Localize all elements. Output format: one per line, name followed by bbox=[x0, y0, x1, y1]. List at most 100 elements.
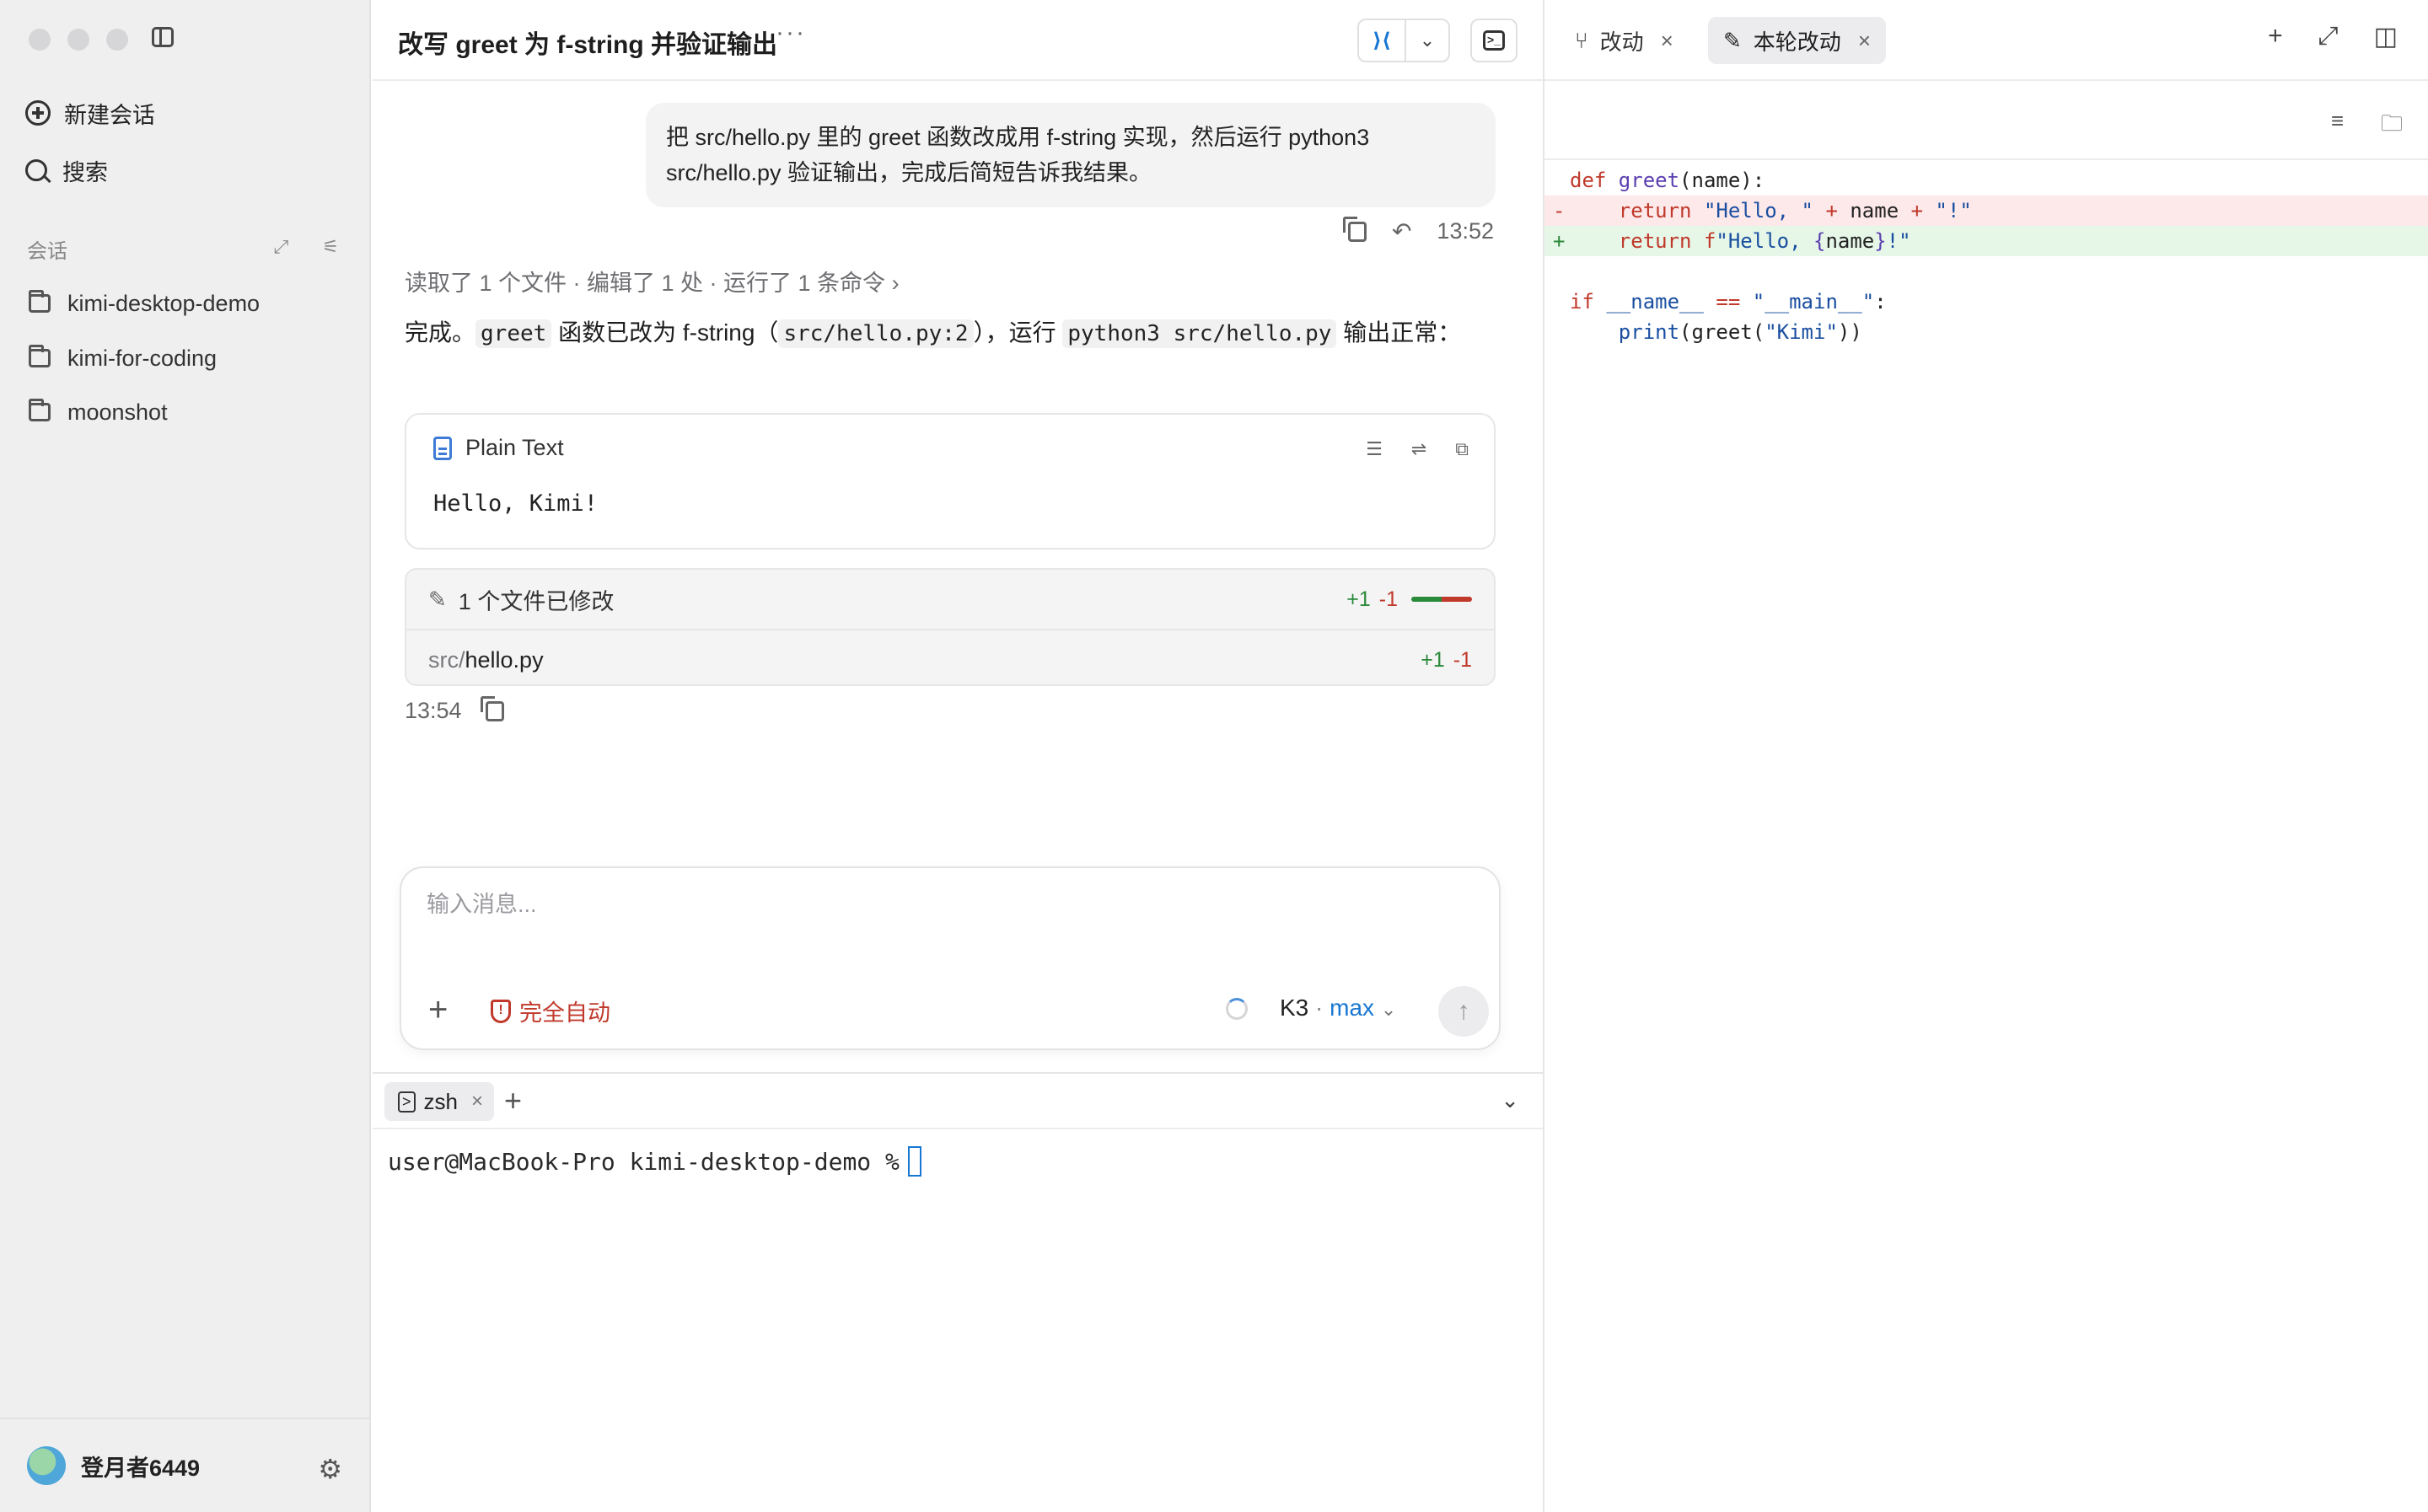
diff-line bbox=[1544, 256, 2428, 287]
file-icon bbox=[433, 436, 452, 460]
changed-file-row[interactable]: src/hello.py +1 -1 bbox=[406, 632, 1494, 684]
close-icon[interactable]: × bbox=[1858, 28, 1871, 54]
avatar[interactable] bbox=[27, 1446, 66, 1485]
sessions-section-label: 会话 bbox=[27, 240, 67, 263]
open-folder-icon[interactable]: 🗀 bbox=[2381, 108, 2403, 145]
send-button[interactable]: ↑ bbox=[1438, 986, 1489, 1037]
attach-plus-button[interactable]: + bbox=[428, 993, 448, 1027]
window-zoom-button[interactable] bbox=[106, 29, 128, 51]
gear-icon[interactable]: ⚙ bbox=[318, 1453, 342, 1485]
permission-mode-button[interactable]: ! 完全自动 bbox=[491, 995, 610, 1027]
folder-icon bbox=[29, 399, 51, 421]
diff-panel: ⑂ 改动 × ✎ 本轮改动 × + ⤢ ◫ ≡ 🗀 def greet(name… bbox=[1543, 0, 2428, 1512]
assistant-message: 完成。 greet 函数已改为 f-string（ src/hello.py:2），… bbox=[405, 314, 1501, 353]
code-token: : bbox=[1874, 290, 1887, 314]
user-message: 把 src/hello.py 里的 greet 函数改成用 f-string 实… bbox=[646, 103, 1496, 207]
user-name[interactable]: 登月者6449 bbox=[81, 1450, 200, 1483]
tab-turn-changes[interactable]: ✎ 本轮改动 × bbox=[1708, 17, 1886, 64]
window-minimize-button[interactable] bbox=[67, 29, 89, 51]
pencil-icon: ✎ bbox=[428, 586, 447, 612]
code-token: __name__ bbox=[1606, 290, 1704, 314]
filter-icon[interactable]: ⚟ bbox=[322, 236, 339, 258]
code-token: == bbox=[1703, 290, 1753, 314]
window-close-button[interactable] bbox=[29, 29, 51, 51]
activity-summary-text: 读取了 1 个文件 · 编辑了 1 处 · 运行了 1 条命令 bbox=[405, 271, 886, 296]
chevron-down-icon[interactable]: ⌄ bbox=[1406, 20, 1448, 61]
code-token: return bbox=[1618, 199, 1704, 223]
diff-stat-bar bbox=[1411, 597, 1472, 602]
wrap-lines-icon[interactable]: ≡ bbox=[2331, 108, 2344, 145]
diff-line-removed: - return "Hello, " + name + "!" bbox=[1544, 196, 2428, 226]
folder-label: moonshot bbox=[67, 399, 168, 425]
activity-summary[interactable]: 读取了 1 个文件 · 编辑了 1 处 · 运行了 1 条命令 › bbox=[405, 265, 900, 298]
new-terminal-button[interactable]: + bbox=[504, 1084, 522, 1118]
arrow-up-icon: ↑ bbox=[1457, 997, 1470, 1025]
diff-view: def greet(name): - return "Hello, " + na… bbox=[1544, 165, 2428, 347]
code-token: print bbox=[1618, 320, 1680, 344]
code-token: name bbox=[1825, 229, 1875, 253]
shield-icon: ! bbox=[491, 999, 511, 1023]
vscode-icon[interactable]: ⟩⟨ bbox=[1359, 20, 1406, 61]
tab-changes[interactable]: ⑂ 改动 × bbox=[1560, 17, 1689, 64]
search-button[interactable]: 搜索 bbox=[25, 152, 108, 189]
more-options-button[interactable]: ··· bbox=[776, 19, 806, 47]
inline-code: python3 src/hello.py bbox=[1062, 319, 1337, 348]
message-input[interactable] bbox=[427, 892, 1270, 918]
added-marker: + bbox=[1553, 229, 1566, 253]
code-token: { bbox=[1813, 229, 1826, 253]
chevron-down-icon[interactable]: ⌄ bbox=[1501, 1087, 1519, 1113]
close-icon[interactable]: × bbox=[471, 1090, 483, 1113]
reply-text: 完成。 bbox=[405, 319, 476, 346]
code-token: return bbox=[1618, 229, 1704, 253]
undo-icon[interactable]: ↶ bbox=[1392, 217, 1411, 245]
folder-icon bbox=[29, 290, 51, 313]
terminal-toggle-button[interactable]: >_ bbox=[1470, 19, 1518, 62]
line-numbers-icon[interactable]: ☰ bbox=[1366, 438, 1383, 460]
diff-line: def greet(name): bbox=[1544, 165, 2428, 196]
tab-label: 改动 bbox=[1599, 29, 1644, 55]
model-selector[interactable]: K3 · max ⌄ bbox=[1280, 995, 1396, 1021]
sidebar-folder-item[interactable]: kimi-desktop-demo bbox=[29, 285, 260, 322]
diff-line: if __name__ == "__main__": bbox=[1544, 287, 2428, 317]
code-token: "Hello, " bbox=[1703, 199, 1813, 223]
file-name: hello.py bbox=[465, 646, 544, 673]
code-token: "!" bbox=[1935, 199, 1972, 223]
add-tab-icon[interactable]: + bbox=[2268, 22, 2283, 51]
expand-icon[interactable]: ⤢ bbox=[274, 236, 289, 258]
model-level: max bbox=[1329, 995, 1375, 1021]
code-content: Hello, Kimi! bbox=[433, 491, 599, 517]
copy-icon[interactable] bbox=[1342, 216, 1367, 242]
changes-header[interactable]: ✎ 1 个文件已修改 +1 -1 bbox=[406, 570, 1494, 630]
copy-code-icon[interactable]: ⧉ bbox=[1455, 438, 1469, 460]
panel-toggle-icon[interactable]: ◫ bbox=[2374, 22, 2398, 51]
sidebar-toggle-icon[interactable] bbox=[152, 27, 174, 47]
code-token: if bbox=[1570, 290, 1607, 314]
code-block: Plain Text ☰ ⇌ ⧉ Hello, Kimi! bbox=[405, 413, 1496, 550]
folder-label: kimi-desktop-demo bbox=[67, 290, 261, 316]
new-chat-label: 新建会话 bbox=[64, 102, 155, 128]
chevron-down-icon: ⌄ bbox=[1380, 999, 1397, 1020]
sidebar: 新建会话 搜索 会话 ⤢ ⚟ kimi-desktop-demo kimi-fo… bbox=[0, 0, 371, 1512]
sidebar-folder-item[interactable]: moonshot bbox=[29, 394, 168, 431]
removed-marker: - bbox=[1553, 199, 1566, 223]
code-token: } bbox=[1874, 229, 1887, 253]
wrap-icon[interactable]: ⇌ bbox=[1411, 438, 1426, 460]
sidebar-folder-item[interactable]: kimi-for-coding bbox=[29, 340, 217, 377]
file-deletions: -1 bbox=[1453, 647, 1472, 672]
conversation-header: 改写 greet 为 f-string 并验证输出 ··· ⟩⟨ ⌄ >_ bbox=[373, 0, 1543, 81]
code-token: + bbox=[1813, 199, 1851, 223]
file-dir: src/ bbox=[428, 646, 465, 673]
terminal-cursor bbox=[907, 1146, 921, 1177]
expand-icon[interactable]: ⤢ bbox=[2318, 22, 2339, 51]
new-chat-button[interactable]: 新建会话 bbox=[25, 94, 155, 131]
code-token: greet bbox=[1618, 169, 1680, 192]
diff-toolbar: ≡ 🗀 bbox=[1544, 83, 2428, 160]
code-token: "Hello, bbox=[1716, 229, 1813, 253]
terminal-tab[interactable]: > zsh × bbox=[384, 1082, 494, 1121]
copy-icon[interactable] bbox=[480, 695, 504, 721]
deletions-count: -1 bbox=[1378, 587, 1398, 611]
pencil-icon: ✎ bbox=[1723, 27, 1742, 53]
terminal-output[interactable]: user@MacBook-Pro kimi-desktop-demo % bbox=[388, 1146, 921, 1177]
inline-code: greet bbox=[475, 319, 552, 348]
close-icon[interactable]: × bbox=[1661, 28, 1673, 54]
